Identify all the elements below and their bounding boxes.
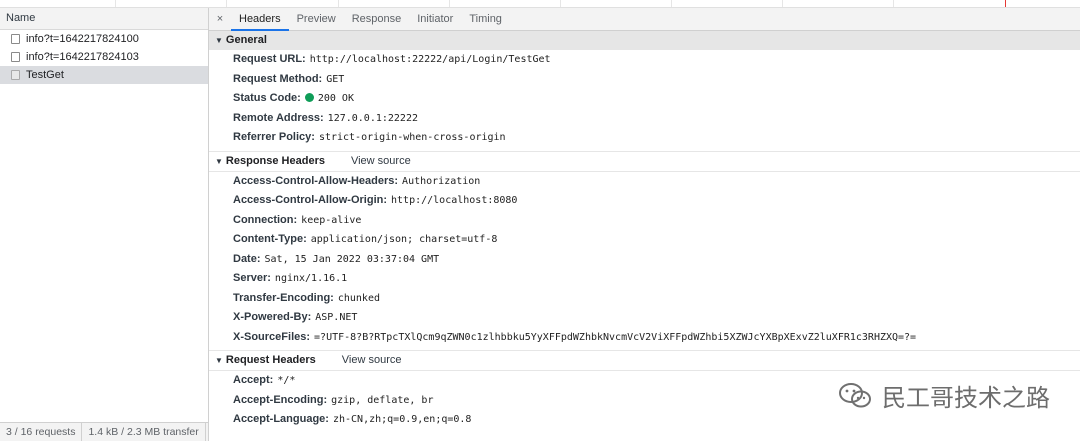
request-name: info?t=1642217824103 bbox=[26, 51, 139, 63]
header-value: GET bbox=[326, 73, 345, 85]
header-value: Sat, 15 Jan 2022 03:37:04 GMT bbox=[264, 253, 440, 265]
close-icon[interactable]: × bbox=[209, 8, 231, 30]
header-key: Status Code: bbox=[233, 92, 301, 104]
tab-preview[interactable]: Preview bbox=[289, 8, 344, 30]
collapse-triangle-icon: ▼ bbox=[215, 356, 223, 365]
header-row: Remote Address: 127.0.0.1:22222 bbox=[209, 109, 1080, 129]
header-key: X-SourceFiles: bbox=[233, 330, 311, 343]
header-value: ASP.NET bbox=[315, 312, 358, 323]
section-title: Response Headers bbox=[225, 154, 325, 167]
header-value: 200 OK bbox=[317, 93, 354, 104]
header-value: http://localhost:22222/api/Login/TestGet bbox=[309, 54, 551, 65]
header-value: Authorization bbox=[402, 175, 481, 187]
tab-initiator[interactable]: Initiator bbox=[409, 8, 461, 30]
header-key: Connection: bbox=[233, 213, 298, 226]
header-value: chunked bbox=[337, 292, 380, 304]
timeline-overview bbox=[0, 0, 1080, 8]
view-source-link[interactable]: View source bbox=[351, 152, 411, 171]
header-key: Remote Address: bbox=[233, 111, 324, 124]
header-value: strict-origin-when-cross-origin bbox=[318, 132, 506, 143]
header-key: Referrer Policy: bbox=[233, 131, 315, 143]
header-value: */* bbox=[277, 375, 296, 386]
section-title: Request Headers bbox=[225, 354, 316, 366]
header-value: zh-CN,zh;q=0.9,en;q=0.8 bbox=[332, 414, 472, 425]
header-key: Access-Control-Allow-Headers: bbox=[233, 174, 399, 187]
name-column-header[interactable]: Name bbox=[0, 8, 208, 30]
header-value: keep-alive bbox=[301, 214, 362, 226]
section-title: General bbox=[225, 34, 267, 46]
details-tabbar: × Headers Preview Response Initiator Tim… bbox=[209, 8, 1080, 31]
header-value: =?UTF-8?B?RTpcTXlQcm9qZWN0c1zlhbbku5YyXF… bbox=[314, 331, 917, 343]
request-name: TestGet bbox=[26, 69, 64, 81]
network-summary-bar: 3 / 16 requests 1.4 kB / 2.3 MB transfer bbox=[0, 422, 208, 441]
header-row: Server: nginx/1.16.1 bbox=[209, 269, 1080, 289]
header-key: Accept: bbox=[233, 374, 274, 386]
document-icon bbox=[11, 34, 20, 44]
request-row[interactable]: info?t=1642217824103 bbox=[0, 48, 208, 66]
header-key: X-Powered-By: bbox=[233, 311, 312, 323]
wechat-icon bbox=[839, 382, 871, 407]
header-key: Transfer-Encoding: bbox=[233, 291, 334, 304]
header-key: Access-Control-Allow-Origin: bbox=[233, 194, 388, 206]
header-row: Date: Sat, 15 Jan 2022 03:37:04 GMT bbox=[209, 250, 1080, 270]
header-value: gzip, deflate, br bbox=[331, 394, 434, 406]
header-row: Access-Control-Allow-Origin: http://local… bbox=[209, 191, 1080, 211]
header-key: Date: bbox=[233, 252, 261, 265]
tab-headers[interactable]: Headers bbox=[231, 8, 289, 31]
request-details-panel: × Headers Preview Response Initiator Tim… bbox=[209, 8, 1080, 441]
header-key: Accept-Language: bbox=[233, 413, 329, 425]
request-count: 3 / 16 requests bbox=[0, 423, 83, 441]
document-icon bbox=[11, 52, 20, 62]
header-row: Referrer Policy: strict-origin-when-cross… bbox=[209, 128, 1080, 148]
header-row: Access-Control-Allow-Headers: Authorizati… bbox=[209, 172, 1080, 192]
tab-timing[interactable]: Timing bbox=[461, 8, 510, 30]
header-row: Status Code: 200 OK bbox=[209, 89, 1080, 109]
view-source-link[interactable]: View source bbox=[342, 351, 402, 370]
transfer-size: 1.4 kB / 2.3 MB transfer bbox=[82, 423, 206, 441]
request-name: info?t=1642217824100 bbox=[26, 33, 139, 45]
watermark-text: 民工哥技术之路 bbox=[882, 384, 1050, 412]
header-value: http://localhost:8080 bbox=[391, 195, 518, 206]
header-key: Request Method: bbox=[233, 72, 323, 85]
header-key: Accept-Encoding: bbox=[233, 393, 328, 406]
header-key: Request URL: bbox=[233, 53, 306, 65]
header-row: Content-Type: application/json; charset=u… bbox=[209, 230, 1080, 250]
header-value: application/json; charset=utf-8 bbox=[310, 234, 498, 245]
request-list-panel: Name info?t=1642217824100 info?t=1642217… bbox=[0, 8, 209, 441]
request-row[interactable]: info?t=1642217824100 bbox=[0, 30, 208, 48]
header-row: Request URL: http://localhost:22222/api/L… bbox=[209, 50, 1080, 70]
collapse-triangle-icon: ▼ bbox=[215, 36, 223, 45]
header-row: X-Powered-By: ASP.NET bbox=[209, 308, 1080, 328]
header-key: Content-Type: bbox=[233, 233, 307, 245]
header-row: X-SourceFiles: =?UTF-8?B?RTpcTXlQcm9qZWN0… bbox=[209, 328, 1080, 348]
collapse-triangle-icon: ▼ bbox=[215, 156, 223, 166]
header-value: 127.0.0.1:22222 bbox=[327, 112, 418, 124]
header-row: Transfer-Encoding: chunked bbox=[209, 289, 1080, 309]
header-row: Request Method: GET bbox=[209, 70, 1080, 90]
response-headers-section-header[interactable]: ▼ Response Headers View source bbox=[209, 152, 1080, 172]
tab-response[interactable]: Response bbox=[344, 8, 410, 30]
watermark: 民工哥技术之路 bbox=[838, 378, 1050, 413]
general-section-header[interactable]: ▼ General bbox=[209, 31, 1080, 50]
header-row: Connection: keep-alive bbox=[209, 211, 1080, 231]
request-row-selected[interactable]: TestGet bbox=[0, 66, 208, 84]
request-headers-section-header[interactable]: ▼ Request Headers View source bbox=[209, 351, 1080, 371]
header-value: nginx/1.16.1 bbox=[274, 273, 348, 284]
header-key: Server: bbox=[233, 272, 271, 284]
status-ok-icon bbox=[304, 93, 314, 102]
document-icon bbox=[11, 70, 20, 80]
